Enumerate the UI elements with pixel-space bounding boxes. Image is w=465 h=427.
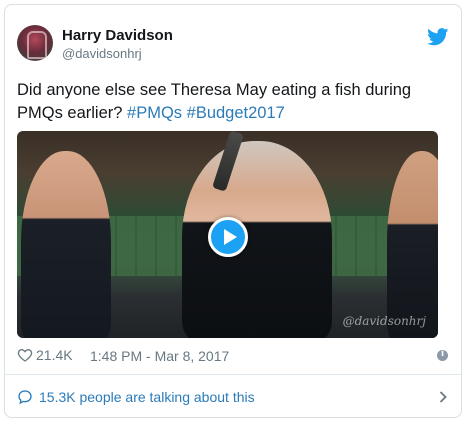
tweet-text: Did anyone else see Theresa May eating a… [17, 79, 437, 125]
like-button[interactable]: 21.4K [17, 347, 73, 363]
person-center [182, 141, 332, 338]
hashtag-pmqs[interactable]: #PMQs [127, 104, 182, 122]
person-right [387, 151, 438, 338]
video-thumbnail[interactable]: @davidsonhrj [17, 131, 438, 338]
play-icon[interactable] [208, 217, 248, 257]
timestamp[interactable]: 1:48 PM - Mar 8, 2017 [90, 348, 229, 364]
person-left [21, 151, 111, 338]
info-icon[interactable] [437, 349, 448, 361]
conversation-link[interactable]: 15.3K people are talking about this [17, 385, 451, 409]
speech-bubble-icon [18, 390, 32, 405]
chevron-right-icon [439, 391, 447, 403]
tweet-header: Harry Davidson @davidsonhrj [17, 20, 451, 64]
hashtag-budget2017[interactable]: #Budget2017 [187, 104, 285, 122]
video-watermark: @davidsonhrj [342, 314, 426, 328]
talking-about-text: 15.3K people are talking about this [39, 389, 255, 405]
author-handle[interactable]: @davidsonhrj [62, 46, 142, 61]
twitter-bird-icon[interactable] [427, 28, 449, 46]
author-name[interactable]: Harry Davidson [62, 27, 173, 44]
avatar[interactable] [17, 25, 53, 61]
tweet-meta: 21.4K 1:48 PM - Mar 8, 2017 [17, 345, 451, 367]
divider [4, 374, 462, 375]
heart-icon [17, 348, 33, 362]
like-count: 21.4K [36, 347, 73, 363]
